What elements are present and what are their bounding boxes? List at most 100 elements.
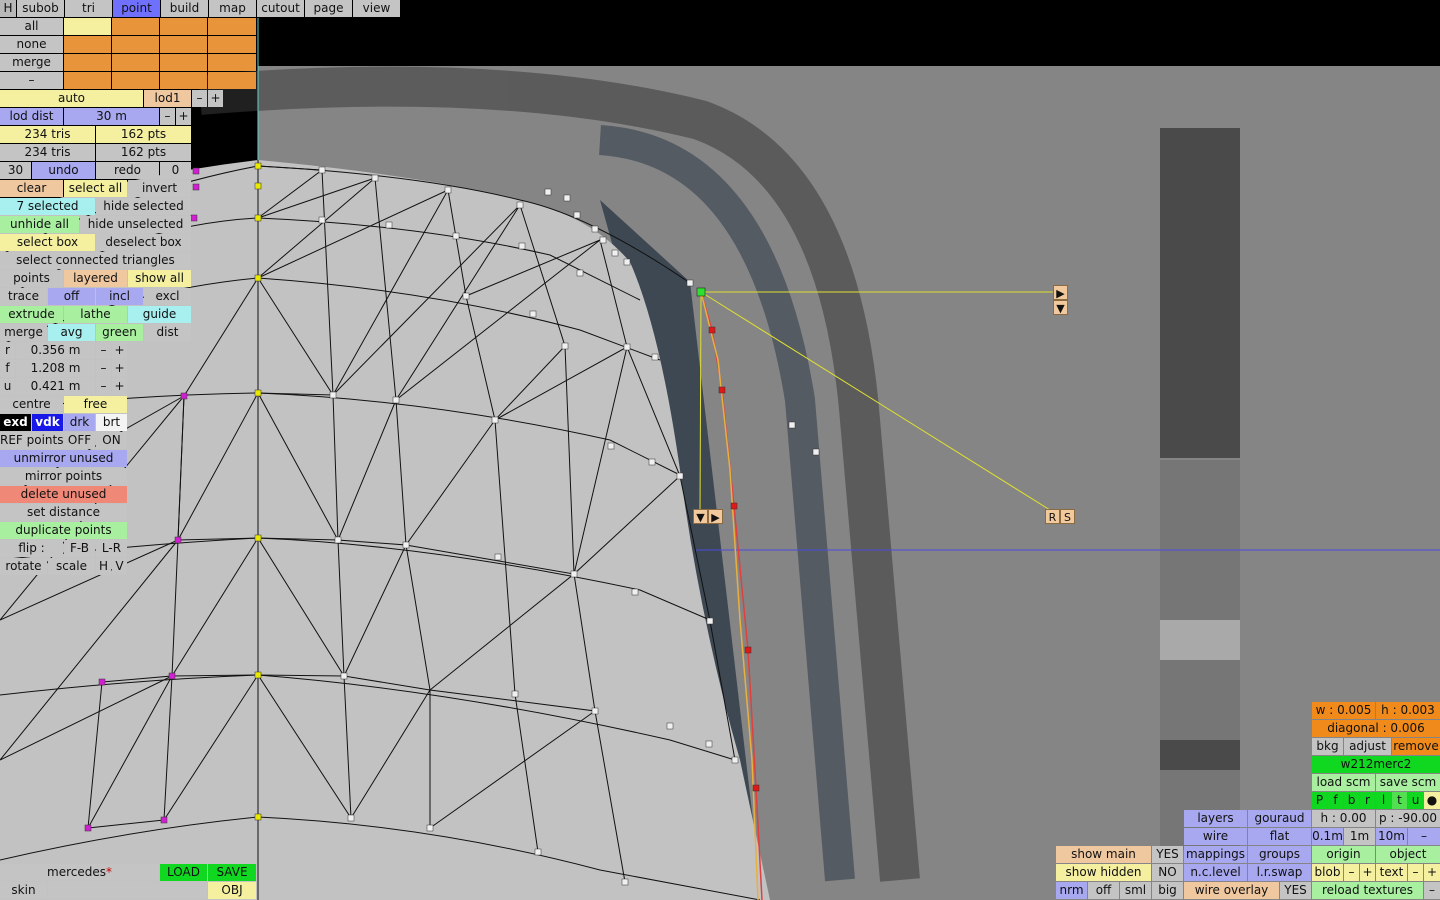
skin-field[interactable] <box>48 882 207 899</box>
camera-height[interactable]: h : 0.00 <box>1312 810 1375 827</box>
select-connected-button[interactable]: select connected triangles <box>0 252 191 269</box>
dist-button[interactable]: dist <box>144 324 191 341</box>
remove-button[interactable]: remove <box>1392 738 1440 755</box>
trace-off-button[interactable]: off <box>48 288 95 305</box>
coord-u-plus[interactable]: + <box>112 378 127 395</box>
menu-point[interactable]: point <box>113 0 160 17</box>
invert-button[interactable]: invert <box>128 180 191 197</box>
trace-button[interactable]: trace <box>0 288 47 305</box>
object-button[interactable]: object <box>1376 846 1440 863</box>
menu-tri[interactable]: tri <box>65 0 112 17</box>
menu-page[interactable]: page <box>305 0 352 17</box>
vdk-button[interactable]: vdk <box>32 414 63 431</box>
layer-cell[interactable] <box>112 36 159 53</box>
save-button[interactable]: SAVE <box>208 864 256 881</box>
points-button[interactable]: points <box>0 270 63 287</box>
trace-incl-button[interactable]: incl <box>96 288 143 305</box>
guide-button[interactable]: guide <box>128 306 191 323</box>
mirror-points-button[interactable]: mirror points <box>0 468 127 485</box>
menu-cutout[interactable]: cutout <box>257 0 304 17</box>
lod-dist-minus[interactable]: – <box>160 108 175 125</box>
load-scm-button[interactable]: load scm <box>1312 774 1375 791</box>
groups-button[interactable]: groups <box>1248 846 1311 863</box>
flat-button[interactable]: flat <box>1248 828 1311 845</box>
view-u-button[interactable]: u <box>1408 792 1423 809</box>
text-minus[interactable]: – <box>1408 864 1423 881</box>
unmirror-unused-button[interactable]: unmirror unused <box>0 450 127 467</box>
show-hidden-button[interactable]: show hidden <box>1056 864 1151 881</box>
hide-selected-button[interactable]: hide selected <box>96 198 191 215</box>
coord-r-minus[interactable]: – <box>96 342 111 359</box>
show-all-button[interactable]: show all <box>128 270 191 287</box>
coord-f-value[interactable]: 1.208 m <box>16 360 95 377</box>
green-button[interactable]: green <box>96 324 143 341</box>
save-scm-button[interactable]: save scm <box>1376 774 1440 791</box>
brt-button[interactable]: brt <box>96 414 127 431</box>
exd-button[interactable]: exd <box>0 414 31 431</box>
view-b-button[interactable]: b <box>1344 792 1359 809</box>
transform-v-button[interactable]: V <box>112 558 127 575</box>
layer-cell[interactable] <box>208 54 256 71</box>
extrude-button[interactable]: extrude <box>0 306 63 323</box>
flip-fb-button[interactable]: F-B <box>64 540 95 557</box>
layer-cell[interactable] <box>64 54 111 71</box>
lod-auto-button[interactable]: auto <box>0 90 143 107</box>
show-hidden-value[interactable]: NO <box>1152 864 1183 881</box>
nc-level-button[interactable]: n.c.level <box>1184 864 1247 881</box>
centre-button[interactable]: centre <box>0 396 63 413</box>
menu-map[interactable]: map <box>209 0 256 17</box>
trace-excl-button[interactable]: excl <box>144 288 191 305</box>
layers-button[interactable]: layers <box>1184 810 1247 827</box>
blob-plus[interactable]: + <box>1360 864 1375 881</box>
gizmo-down-arrow[interactable]: ▼ <box>1053 300 1068 315</box>
select-dash-row[interactable]: – <box>0 72 63 89</box>
menu-view[interactable]: view <box>353 0 400 17</box>
lod-plus[interactable]: + <box>208 90 223 107</box>
duplicate-points-button[interactable]: duplicate points <box>0 522 127 539</box>
select-none-row[interactable]: none <box>0 36 63 53</box>
transform-h-button[interactable]: H <box>96 558 111 575</box>
wire-button[interactable]: wire <box>1184 828 1247 845</box>
view-dot-button[interactable]: ● <box>1424 792 1440 809</box>
view-l-button[interactable]: l <box>1376 792 1391 809</box>
layer-cell[interactable] <box>64 36 111 53</box>
select-merge-row[interactable]: merge <box>0 54 63 71</box>
layer-cell[interactable] <box>64 18 111 35</box>
gizmo-bottom-right-arrow[interactable]: ▶ <box>708 509 723 524</box>
reload-minus[interactable]: – <box>1424 882 1440 899</box>
coord-u-value[interactable]: 0.421 m <box>16 378 95 395</box>
hide-unselected-button[interactable]: hide unselected <box>80 216 191 233</box>
view-f-button[interactable]: f <box>1328 792 1343 809</box>
menu-h[interactable]: H <box>0 0 16 17</box>
lr-swap-button[interactable]: l.r.swap <box>1248 864 1311 881</box>
layer-cell[interactable] <box>112 18 159 35</box>
rotate-button[interactable]: rotate <box>0 558 47 575</box>
text-button[interactable]: text <box>1376 864 1407 881</box>
ref-points-on[interactable]: ON <box>96 432 127 449</box>
sml-button[interactable]: sml <box>1120 882 1151 899</box>
lod-dist-plus[interactable]: + <box>176 108 191 125</box>
layer-cell[interactable] <box>112 72 159 89</box>
view-r-button[interactable]: r <box>1360 792 1375 809</box>
grid-1m-button[interactable]: 1m <box>1344 828 1375 845</box>
adjust-button[interactable]: adjust <box>1344 738 1391 755</box>
grid-01m-button[interactable]: 0.1m <box>1312 828 1343 845</box>
coord-r-plus[interactable]: + <box>112 342 127 359</box>
select-all-button[interactable]: select all <box>64 180 127 197</box>
lod-dist-value[interactable]: 30 m <box>64 108 159 125</box>
origin-button[interactable]: origin <box>1312 846 1375 863</box>
bkg-button[interactable]: bkg <box>1312 738 1343 755</box>
layer-cell[interactable] <box>160 36 207 53</box>
scale-button[interactable]: scale <box>48 558 95 575</box>
obj-button[interactable]: OBJ <box>208 882 256 899</box>
select-all-row[interactable]: all <box>0 18 63 35</box>
lod-level[interactable]: lod1 <box>144 90 191 107</box>
layer-cell[interactable] <box>64 72 111 89</box>
avg-button[interactable]: avg <box>48 324 95 341</box>
wire-overlay-button[interactable]: wire overlay <box>1184 882 1279 899</box>
blob-minus[interactable]: – <box>1344 864 1359 881</box>
coord-r-value[interactable]: 0.356 m <box>16 342 95 359</box>
off-button[interactable]: off <box>1088 882 1119 899</box>
gizmo-bottom-down-arrow[interactable]: ▼ <box>693 509 708 524</box>
mappings-button[interactable]: mappings <box>1184 846 1247 863</box>
